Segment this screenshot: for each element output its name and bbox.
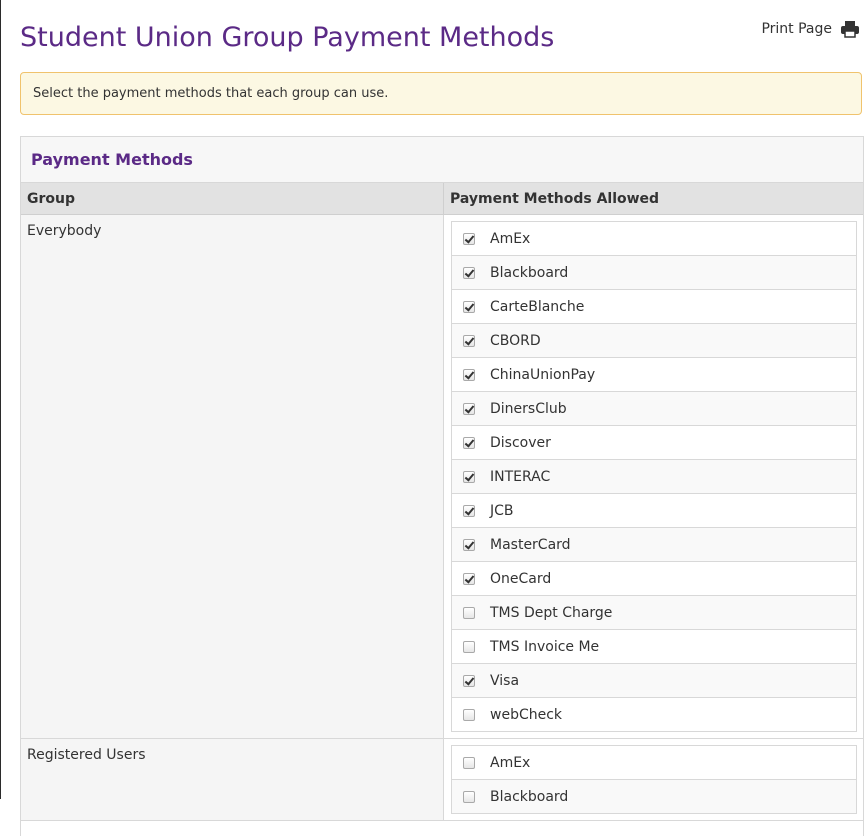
group-row: Everybody AmEx Blackboard CarteBlanche CBORD… xyxy=(21,215,863,739)
payment-method-checkbox[interactable] xyxy=(463,504,475,517)
instructions-text: Select the payment methods that each gro… xyxy=(33,86,389,101)
payment-method-checkbox[interactable] xyxy=(463,790,475,803)
payment-method-option[interactable]: Blackboard xyxy=(452,780,856,814)
payment-method-label: webCheck xyxy=(490,706,563,723)
panel-title: Payment Methods xyxy=(21,137,863,183)
payment-method-checkbox[interactable] xyxy=(463,266,475,279)
payment-method-checkbox[interactable] xyxy=(463,538,475,551)
page-title: Student Union Group Payment Methods xyxy=(20,22,555,53)
window-left-edge xyxy=(0,0,1,799)
payment-method-option[interactable]: INTERAC xyxy=(452,460,856,494)
payment-method-checkbox[interactable] xyxy=(463,756,475,769)
payment-methods-panel: Payment Methods Group Payment Methods Al… xyxy=(20,136,864,836)
group-row: Registered Users AmEx Blackboard xyxy=(21,739,863,821)
payment-method-label: TMS Dept Charge xyxy=(490,604,613,621)
payment-method-option[interactable]: JCB xyxy=(452,494,856,528)
payment-method-list: AmEx Blackboard xyxy=(451,745,857,814)
payment-method-checkbox[interactable] xyxy=(463,402,475,415)
payment-method-checkbox[interactable] xyxy=(463,470,475,483)
payment-method-checkbox[interactable] xyxy=(463,232,475,245)
payment-method-checkbox[interactable] xyxy=(463,606,475,619)
payment-method-label: AmEx xyxy=(490,754,531,771)
payment-method-option[interactable]: ChinaUnionPay xyxy=(452,358,856,392)
payment-method-label: CarteBlanche xyxy=(490,298,585,315)
payment-method-label: Blackboard xyxy=(490,264,569,281)
payment-method-list: AmEx Blackboard CarteBlanche CBORD ChinaUnio… xyxy=(451,221,857,732)
payment-method-option[interactable]: TMS Dept Charge xyxy=(452,596,856,630)
group-name: Registered Users xyxy=(21,739,444,820)
payment-method-label: MasterCard xyxy=(490,536,571,553)
payment-method-label: JCB xyxy=(490,502,514,519)
payment-method-option[interactable]: CarteBlanche xyxy=(452,290,856,324)
column-header-group: Group xyxy=(21,183,444,214)
payment-method-label: TMS Invoice Me xyxy=(490,638,600,655)
payment-method-label: OneCard xyxy=(490,570,552,587)
payment-method-option[interactable]: TMS Invoice Me xyxy=(452,630,856,664)
payment-method-label: Discover xyxy=(490,434,551,451)
payment-method-label: CBORD xyxy=(490,332,541,349)
payment-method-label: DinersClub xyxy=(490,400,567,417)
payment-method-option[interactable]: Discover xyxy=(452,426,856,460)
payment-method-option[interactable]: Visa xyxy=(452,664,856,698)
methods-cell: AmEx Blackboard xyxy=(444,739,863,820)
payment-method-option[interactable]: DinersClub xyxy=(452,392,856,426)
payment-method-option[interactable]: webCheck xyxy=(452,698,856,732)
payment-method-checkbox[interactable] xyxy=(463,334,475,347)
column-header-methods: Payment Methods Allowed xyxy=(450,190,660,207)
payment-method-label: Blackboard xyxy=(490,788,569,805)
payment-method-checkbox[interactable] xyxy=(463,640,475,653)
payment-method-label: AmEx xyxy=(490,230,531,247)
payment-method-checkbox[interactable] xyxy=(463,572,475,585)
payment-method-option[interactable]: CBORD xyxy=(452,324,856,358)
print-page-label: Print Page xyxy=(761,21,832,37)
payment-method-label: Visa xyxy=(490,672,520,689)
instructions-alert: Select the payment methods that each gro… xyxy=(20,72,862,115)
payment-method-checkbox[interactable] xyxy=(463,300,475,313)
table-header: Group Payment Methods Allowed xyxy=(21,183,863,215)
print-page-button[interactable]: Print Page xyxy=(761,20,860,38)
payment-method-option[interactable]: Blackboard xyxy=(452,256,856,290)
payment-method-checkbox[interactable] xyxy=(463,674,475,687)
group-name: Everybody xyxy=(21,215,444,738)
payment-method-option[interactable]: AmEx xyxy=(452,222,856,256)
payment-method-option[interactable]: OneCard xyxy=(452,562,856,596)
payment-method-checkbox[interactable] xyxy=(463,436,475,449)
payment-method-checkbox[interactable] xyxy=(463,368,475,381)
methods-cell: AmEx Blackboard CarteBlanche CBORD ChinaUnio… xyxy=(444,215,863,738)
group-rows: Everybody AmEx Blackboard CarteBlanche CBORD… xyxy=(21,215,863,821)
payment-method-option[interactable]: MasterCard xyxy=(452,528,856,562)
payment-method-option[interactable]: AmEx xyxy=(452,746,856,780)
payment-method-checkbox[interactable] xyxy=(463,708,475,721)
payment-method-label: ChinaUnionPay xyxy=(490,366,596,383)
payment-method-label: INTERAC xyxy=(490,468,551,485)
printer-icon[interactable] xyxy=(840,20,860,38)
